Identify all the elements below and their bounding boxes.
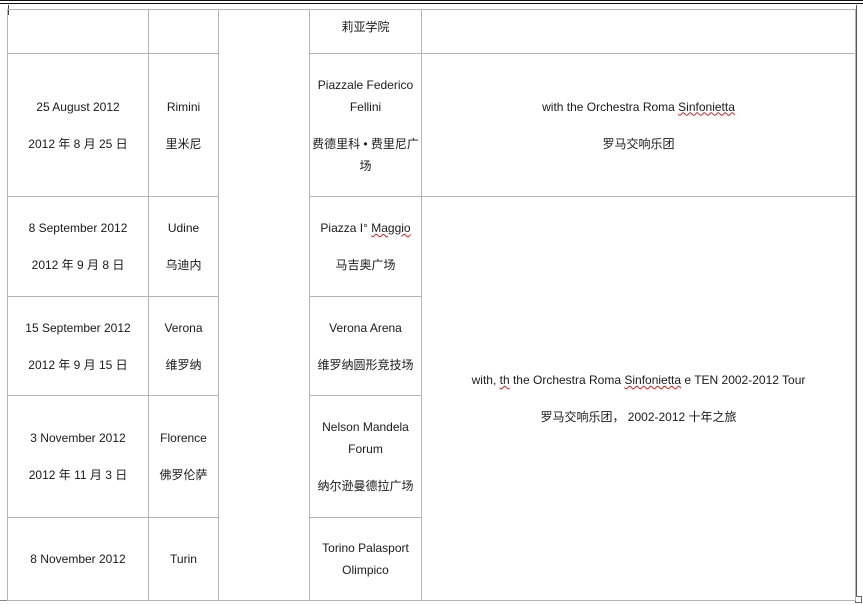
- venue-cn: 马吉奥广场: [335, 258, 396, 272]
- city-cn: 佛罗伦萨: [159, 468, 208, 482]
- table-row: 8 September 2012 2012 年 9 月 8 日 Udine 乌迪…: [7, 196, 856, 601]
- city-en: Florence: [160, 431, 207, 445]
- concert-schedule-table: 莉亚学院 25 August 2012 2012 年 8 月 25 日 Rimi…: [7, 9, 856, 601]
- date-cell[interactable]: 3 November 2012 2012 年 11 月 3 日: [7, 395, 149, 518]
- notes-cell[interactable]: with the Orchestra Roma Sinfonietta 罗马交响…: [421, 53, 856, 197]
- city-cell[interactable]: Turin: [148, 517, 219, 601]
- city-cell[interactable]: [148, 9, 219, 54]
- date-cell[interactable]: [7, 9, 149, 54]
- date-cn: 2012 年 9 月 8 日: [31, 258, 125, 272]
- venue-en: Verona Arena: [329, 320, 402, 335]
- note-cn: 罗马交响乐团， 2002-2012 十年之旅: [540, 410, 737, 424]
- note-en-text: the Orchestra Roma: [509, 373, 625, 387]
- city-cell[interactable]: Udine 乌迪内: [148, 196, 219, 297]
- venue-cell[interactable]: Nelson Mandela Forum 纳尔逊曼德拉广场: [309, 395, 422, 518]
- city-cell[interactable]: Verona 维罗纳: [148, 296, 219, 396]
- page-right-border: [856, 5, 857, 601]
- blank-column-cell[interactable]: [218, 9, 310, 601]
- notes-cell-merged[interactable]: with, th the Orchestra Roma Sinfonietta …: [421, 196, 856, 601]
- venue-cell[interactable]: 莉亚学院: [309, 9, 422, 54]
- date-en: 8 September 2012: [28, 221, 128, 235]
- venue-cell[interactable]: Piazzale Federico Fellini 费德里科 • 费里尼广场: [309, 53, 422, 197]
- spellcheck-underlined-word[interactable]: Maggio: [371, 221, 410, 235]
- venue-cn: 维罗纳圆形竞技场: [317, 357, 414, 372]
- city-en: Udine: [167, 221, 200, 235]
- date-cell[interactable]: 25 August 2012 2012 年 8 月 25 日: [7, 53, 149, 197]
- note-en: with, th the Orchestra Roma Sinfonietta …: [424, 369, 853, 391]
- table-row: 莉亚学院: [7, 9, 856, 601]
- note-en-text: with,: [471, 373, 500, 387]
- venue-cn: 费德里科 • 费里尼广场: [312, 136, 419, 173]
- city-cell[interactable]: Florence 佛罗伦萨: [148, 395, 219, 518]
- date-cell[interactable]: 8 September 2012 2012 年 9 月 8 日: [7, 196, 149, 297]
- table-row: 25 August 2012 2012 年 8 月 25 日 Rimini 里米…: [7, 53, 856, 197]
- venue-cell[interactable]: Torino Palasport Olimpico: [309, 517, 422, 601]
- city-en: Verona: [164, 320, 203, 335]
- venue-en: Torino Palasport Olimpico: [322, 541, 409, 577]
- city-cn: 乌迪内: [165, 258, 202, 272]
- date-en: 25 August 2012: [36, 99, 120, 114]
- spellcheck-underlined-word[interactable]: th: [500, 373, 510, 387]
- spellcheck-underlined-word[interactable]: Sinfonietta: [678, 100, 735, 114]
- date-en: 8 November 2012: [30, 552, 126, 566]
- venue-en: Nelson Mandela Forum: [322, 420, 409, 456]
- date-cn: 2012 年 11 月 3 日: [28, 468, 128, 482]
- spellcheck-underlined-word[interactable]: Sinfonietta: [624, 373, 681, 387]
- city-cn: 维罗纳: [165, 357, 202, 372]
- venue-cell[interactable]: Verona Arena 维罗纳圆形竞技场: [309, 296, 422, 396]
- page-top-border: [0, 0, 863, 4]
- note-en-text: with the Orchestra Roma: [542, 99, 679, 114]
- venue-en-text: Piazza I°: [320, 221, 372, 235]
- venue-en: Piazzale Federico Fellini: [317, 77, 414, 114]
- venue-cn: 纳尔逊曼德拉广场: [317, 479, 414, 493]
- date-en: 15 September 2012: [25, 320, 131, 335]
- city-cn: 里米尼: [165, 136, 202, 151]
- city-cell[interactable]: Rimini 里米尼: [148, 53, 219, 197]
- date-cell[interactable]: 15 September 2012 2012 年 9 月 15 日: [7, 296, 149, 396]
- note-en: with the Orchestra Roma Sinfonietta: [424, 96, 853, 118]
- date-cn: 2012 年 8 月 25 日: [28, 136, 128, 151]
- city-en: Turin: [170, 552, 197, 566]
- notes-cell[interactable]: [421, 9, 856, 54]
- venue-cn: 莉亚学院: [341, 20, 390, 34]
- table-resize-handle[interactable]: [855, 596, 862, 603]
- venue-cell[interactable]: Piazza I° Maggio 马吉奥广场: [309, 196, 422, 297]
- date-en: 3 November 2012: [30, 431, 126, 445]
- note-en-text: e TEN 2002-2012 Tour: [681, 373, 806, 387]
- date-cn: 2012 年 9 月 15 日: [28, 357, 128, 372]
- date-cell[interactable]: 8 November 2012: [7, 517, 149, 601]
- city-en: Rimini: [166, 99, 201, 114]
- note-cn: 罗马交响乐团: [602, 136, 675, 151]
- venue-en: Piazza I° Maggio: [312, 217, 419, 239]
